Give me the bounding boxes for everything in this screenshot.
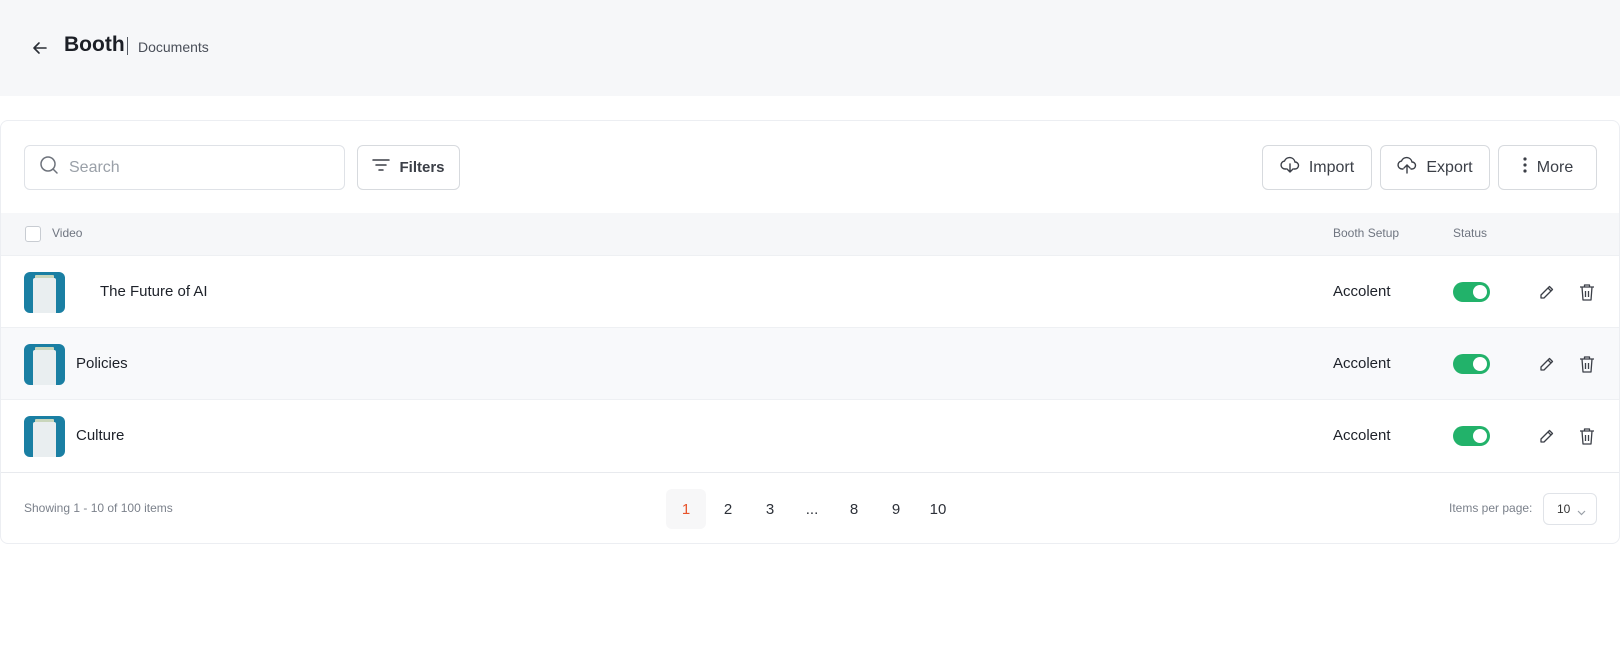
page-ellipsis: ... — [805, 500, 819, 518]
search-icon — [39, 155, 59, 180]
pagination: 1 2 3 ... 8 9 10 — [666, 489, 960, 529]
more-label: More — [1536, 158, 1574, 176]
row-title: The Future of AI — [100, 283, 208, 300]
row-title: Culture — [76, 427, 125, 444]
trash-icon[interactable] — [1575, 424, 1599, 448]
row-booth-setup: Accolent — [1333, 427, 1391, 444]
page-button-9[interactable]: 9 — [876, 489, 916, 529]
items-per-page-label: Items per page: — [1449, 501, 1533, 515]
chevron-down-icon — [1577, 505, 1586, 519]
document-thumbnail — [24, 272, 65, 313]
items-per-page-select[interactable]: 10 — [1543, 493, 1597, 525]
documents-card: Filters Import Export More Video Booth S… — [0, 120, 1620, 544]
trash-icon[interactable] — [1575, 280, 1599, 304]
pencil-icon[interactable] — [1535, 424, 1559, 448]
column-header-video: Video — [52, 226, 83, 240]
table-row: The Future of AI Accolent — [1, 255, 1619, 327]
column-header-booth-setup: Booth Setup — [1333, 226, 1400, 240]
pencil-icon[interactable] — [1535, 280, 1559, 304]
title-divider — [127, 37, 128, 55]
filters-button[interactable]: Filters — [357, 145, 460, 190]
table-row: Policies Accolent — [1, 327, 1619, 399]
back-arrow-icon[interactable] — [28, 36, 52, 60]
select-all-checkbox[interactable] — [25, 226, 41, 242]
showing-count: Showing 1 - 10 of 100 items — [24, 501, 173, 515]
row-booth-setup: Accolent — [1333, 283, 1391, 300]
page-title: Booth — [64, 33, 125, 56]
status-toggle[interactable] — [1453, 426, 1490, 446]
page-button-1[interactable]: 1 — [666, 489, 706, 529]
pencil-icon[interactable] — [1535, 352, 1559, 376]
more-button[interactable]: More — [1498, 145, 1597, 190]
table-header: Video Booth Setup Status — [1, 213, 1619, 255]
items-per-page-value: 10 — [1557, 502, 1571, 516]
more-vertical-icon — [1522, 156, 1528, 179]
status-toggle[interactable] — [1453, 282, 1490, 302]
column-header-status: Status — [1453, 226, 1488, 240]
page-subtitle: Documents — [138, 39, 209, 55]
export-button[interactable]: Export — [1380, 145, 1490, 190]
status-toggle[interactable] — [1453, 354, 1490, 374]
table-row: Culture Accolent — [1, 399, 1619, 471]
import-label: Import — [1308, 158, 1355, 176]
cloud-download-icon — [1280, 156, 1300, 179]
search-box[interactable] — [24, 145, 345, 190]
page-header: Booth Documents — [0, 0, 1620, 96]
row-booth-setup: Accolent — [1333, 355, 1391, 372]
filters-label: Filters — [399, 159, 445, 176]
search-input[interactable] — [69, 158, 329, 177]
filter-lines-icon — [372, 158, 391, 177]
trash-icon[interactable] — [1575, 352, 1599, 376]
page-button-10[interactable]: 10 — [918, 489, 958, 529]
document-thumbnail — [24, 344, 65, 385]
document-thumbnail — [24, 416, 65, 457]
page-button-2[interactable]: 2 — [708, 489, 748, 529]
row-title: Policies — [76, 355, 128, 372]
import-button[interactable]: Import — [1262, 145, 1372, 190]
table-footer: Showing 1 - 10 of 100 items 1 2 3 ... 8 … — [1, 472, 1619, 543]
cloud-upload-icon — [1397, 156, 1417, 179]
page-button-8[interactable]: 8 — [834, 489, 874, 529]
export-label: Export — [1426, 158, 1473, 176]
page-button-3[interactable]: 3 — [750, 489, 790, 529]
